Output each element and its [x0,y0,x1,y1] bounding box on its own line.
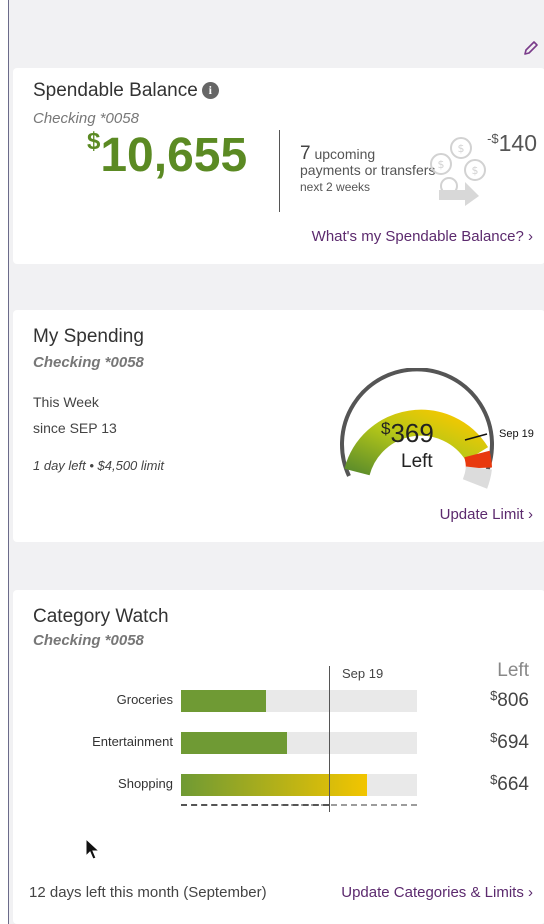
month-elapsed-track [181,804,329,806]
spendable-title-row: Spendable Balance i [33,80,219,102]
category-left-amount: $694 [490,730,529,754]
link-label: Update Limit [439,506,524,523]
info-icon[interactable]: i [201,82,219,99]
update-limit-link[interactable]: Update Limit › [440,506,533,523]
gauge-left-label: Left [401,451,433,472]
chevron-right-icon: › [528,228,533,245]
spendable-info-link[interactable]: What's my Spendable Balance? › [312,228,533,245]
category-bar-fill [181,690,266,712]
chevron-right-icon: › [528,506,533,523]
balance-value: 10,655 [100,129,248,182]
spending-gauge: $369 Left Sep 19 [327,367,544,498]
pencil-edit-icon[interactable] [521,38,541,58]
spending-limit-note: 1 day left • $4,500 limit [33,458,165,473]
upcoming-amount-value: 140 [498,130,537,156]
spending-period: This Week [33,394,99,410]
spending-since: since SEP 13 [33,420,117,436]
days-left-note: 12 days left this month (September) [29,884,267,901]
category-bar-fill [181,732,287,754]
today-marker-label: Sep 19 [342,666,384,681]
category-bar-fill [181,774,367,796]
category-left-amount: $806 [490,688,529,712]
my-spending-card: My Spending Checking *0058 This Week sin… [13,310,544,542]
upcoming-count: 7 [300,143,311,164]
gauge-amount: $369 [381,418,434,449]
link-label: What's my Spendable Balance? [311,228,524,245]
amount-value: 806 [497,690,529,711]
svg-text:$: $ [438,158,445,171]
chevron-right-icon: › [528,884,533,901]
account-label: Checking *0058 [33,110,139,127]
spendable-balance-card: Spendable Balance i Checking *0058 $10,65… [13,68,544,264]
link-label: Update Categories & Limits [341,884,524,901]
currency-symbol: $ [87,128,101,155]
update-categories-link[interactable]: Update Categories & Limits › [341,884,533,901]
category-left-amount: $664 [490,772,529,796]
card-title: Spendable Balance [33,80,198,101]
account-label: Checking *0058 [33,632,144,649]
account-label: Checking *0058 [33,354,144,371]
divider [279,130,280,212]
mouse-cursor-icon [85,838,101,860]
amount-value: 664 [497,774,529,795]
svg-text:$: $ [472,164,479,177]
today-marker-line [329,666,330,812]
category-name: Shopping [118,776,173,791]
category-name: Groceries [116,692,173,707]
gauge-marker-label: Sep 19 [499,428,534,440]
category-watch-card: Category Watch Checking *0058 Left Sep 1… [13,590,544,924]
amount-value: 694 [497,732,529,753]
left-column-header: Left [497,660,529,681]
negative-currency: -$ [487,131,499,146]
card-title: Category Watch [33,606,169,627]
top-bar [9,0,544,68]
category-name: Entertainment [92,734,173,749]
spendable-balance-amount: $10,655 [87,128,247,183]
upcoming-period: next 2 weeks [300,180,371,194]
card-title: My Spending [33,326,144,347]
coins-transfer-icon: $ $ $ [430,137,486,206]
upcoming-text: upcoming [314,146,376,162]
app-frame: Spendable Balance i Checking *0058 $10,65… [8,0,544,924]
svg-text:$: $ [458,142,465,155]
upcoming-amount: -$140 [487,130,537,157]
gauge-value: 369 [390,418,434,448]
